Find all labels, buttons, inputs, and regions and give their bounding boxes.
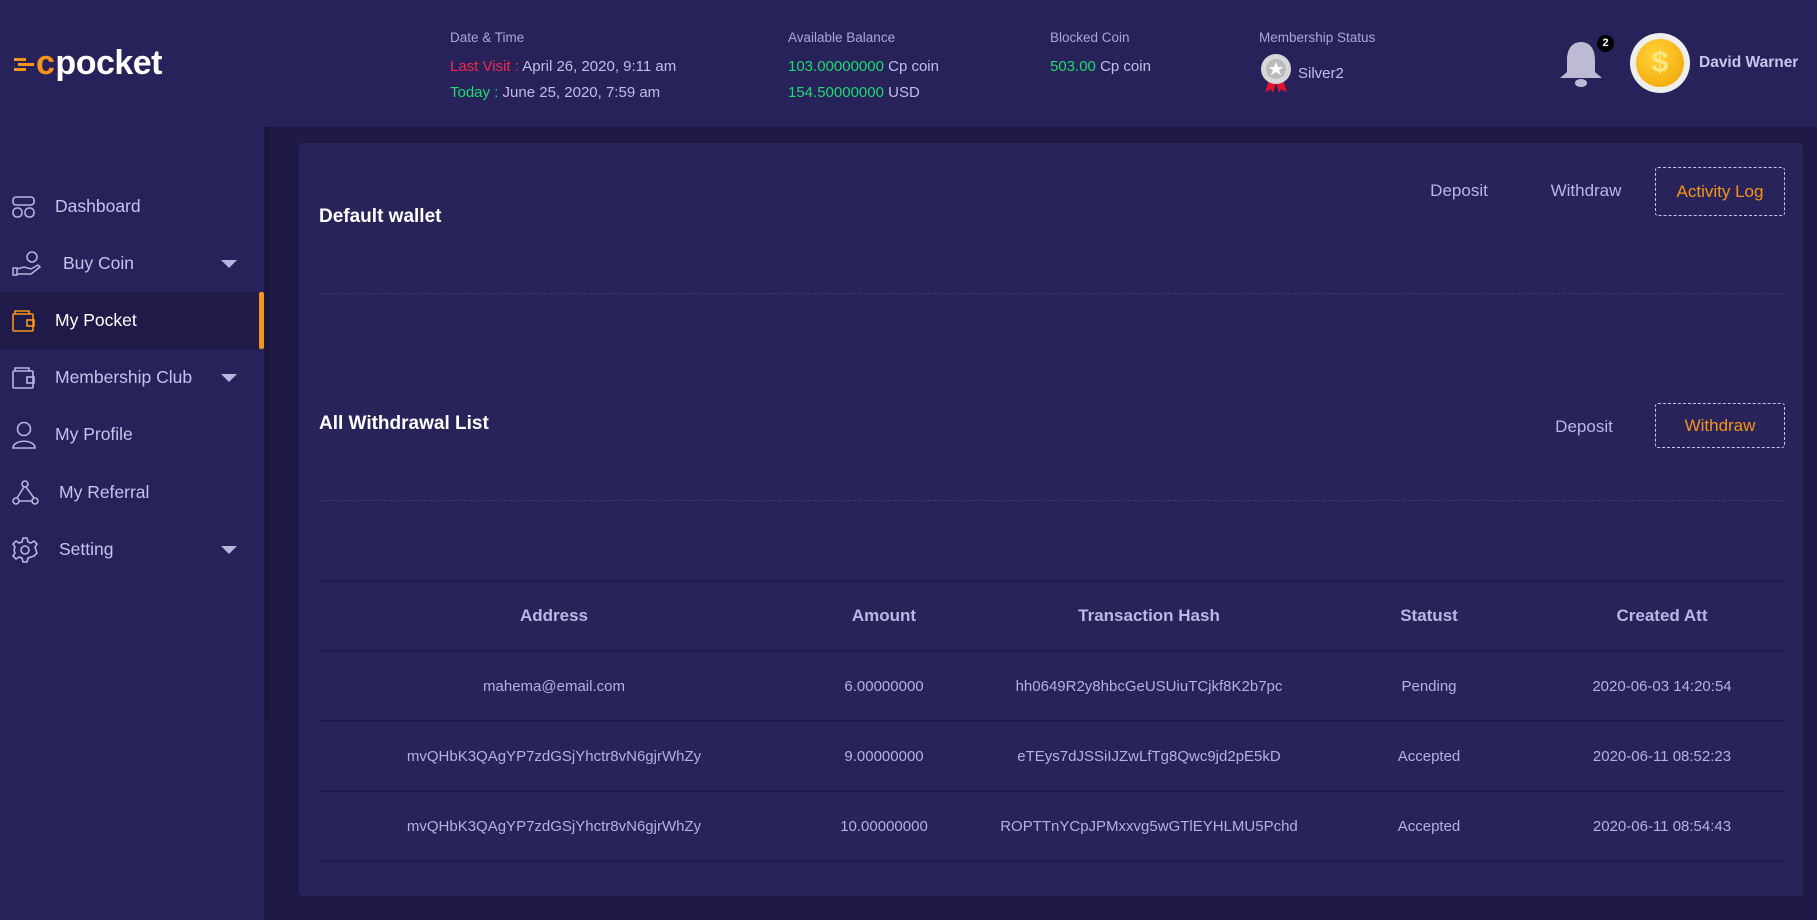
amount-cell: 6.00000000	[789, 651, 979, 722]
tab-withdraw[interactable]: Withdraw	[1536, 167, 1636, 216]
sidebar-item-membership-club[interactable]: Membership Club	[0, 349, 264, 406]
dashboard-icon	[12, 195, 35, 218]
tab-activity-log[interactable]: Activity Log	[1655, 167, 1785, 216]
date-time-block: Date & Time Last Visit : April 26, 2020,…	[450, 30, 677, 101]
address-cell: mvQHbK3QAgYP7zdGSjYhctr8vN6gjrWhZy	[319, 791, 789, 862]
wallet-icon	[12, 309, 35, 332]
available-balance-block: Available Balance 103.00000000 Cp coin 1…	[788, 30, 939, 101]
hash-cell: ROPTTnYCpJPMxxvg5wGTlEYHLMU5Pchd	[979, 791, 1319, 862]
sidebar-item-my-profile[interactable]: My Profile	[0, 406, 264, 463]
column-header-created: Created Att	[1539, 580, 1785, 652]
wallet-card: Default wallet Deposit Withdraw Activity…	[299, 143, 1803, 896]
table-row: mvQHbK3QAgYP7zdGSjYhctr8vN6gjrWhZy 9.000…	[319, 721, 1785, 792]
coin-avatar-icon: $	[1636, 39, 1684, 87]
top-header: c pocket Date & Time Last Visit : April 2…	[0, 0, 1817, 127]
status-cell: Accepted	[1319, 791, 1539, 862]
status-cell: Pending	[1319, 651, 1539, 722]
user-icon	[12, 421, 36, 449]
membership-status-block: Membership Status Silver2	[1259, 30, 1375, 94]
silver-medal-icon	[1261, 54, 1291, 93]
sidebar-item-setting[interactable]: Setting	[0, 521, 264, 578]
blocked-coin-block: Blocked Coin 503.00 Cp coin	[1050, 30, 1151, 75]
sidebar-scrollbar[interactable]	[264, 127, 270, 720]
divider	[319, 500, 1785, 501]
user-name[interactable]: David Warner	[1699, 54, 1798, 72]
chevron-down-icon	[221, 259, 237, 268]
address-cell: mahema@email.com	[319, 651, 789, 722]
table-row: mahema@email.com 6.00000000 hh0649R2y8hb…	[319, 651, 1785, 722]
column-header-transaction-hash: Transaction Hash	[979, 580, 1319, 652]
created-cell: 2020-06-11 08:52:23	[1539, 721, 1785, 792]
hand-coin-icon	[12, 250, 42, 276]
logo[interactable]: c pocket	[14, 44, 163, 83]
table-header-row: Address Amount Transaction Hash Statust …	[319, 580, 1785, 652]
sidebar-item-dashboard[interactable]: Dashboard	[0, 178, 264, 235]
table-row: mvQHbK3QAgYP7zdGSjYhctr8vN6gjrWhZy 10.00…	[319, 791, 1785, 862]
sidebar-item-buy-coin[interactable]: Buy Coin	[0, 235, 264, 292]
divider	[319, 293, 1785, 294]
tab-deposit[interactable]: Deposit	[1539, 403, 1629, 452]
column-header-status: Statust	[1319, 580, 1539, 652]
tab-withdraw[interactable]: Withdraw	[1655, 403, 1785, 448]
hash-cell: hh0649R2y8hbcGeUSUiuTCjkf8K2b7pc	[979, 651, 1319, 722]
referral-network-icon	[12, 479, 39, 505]
column-header-address: Address	[319, 580, 789, 652]
gear-icon	[12, 536, 38, 563]
created-cell: 2020-06-03 14:20:54	[1539, 651, 1785, 722]
default-wallet-title: Default wallet	[319, 206, 442, 227]
hash-cell: eTEys7dJSSiIJZwLfTg8Qwc9jd2pE5kD	[979, 721, 1319, 792]
chevron-down-icon	[221, 545, 237, 554]
amount-cell: 9.00000000	[789, 721, 979, 792]
avatar[interactable]: $	[1630, 33, 1690, 93]
column-header-amount: Amount	[789, 580, 979, 652]
created-cell: 2020-06-11 08:54:43	[1539, 791, 1785, 862]
tab-deposit[interactable]: Deposit	[1414, 167, 1504, 216]
speed-lines-icon	[14, 57, 34, 71]
address-cell: mvQHbK3QAgYP7zdGSjYhctr8vN6gjrWhZy	[319, 721, 789, 792]
withdrawal-list-title: All Withdrawal List	[319, 413, 489, 434]
withdrawal-table: Address Amount Transaction Hash Statust …	[319, 580, 1785, 862]
wallet-icon	[12, 366, 35, 389]
sidebar: Dashboard Buy Coin My Pocket Membership …	[0, 127, 264, 920]
notification-count-badge: 2	[1597, 35, 1614, 52]
sidebar-item-my-referral[interactable]: My Referral	[0, 464, 264, 521]
chevron-down-icon	[221, 373, 237, 382]
amount-cell: 10.00000000	[789, 791, 979, 862]
status-cell: Accepted	[1319, 721, 1539, 792]
sidebar-item-my-pocket[interactable]: My Pocket	[0, 292, 264, 349]
